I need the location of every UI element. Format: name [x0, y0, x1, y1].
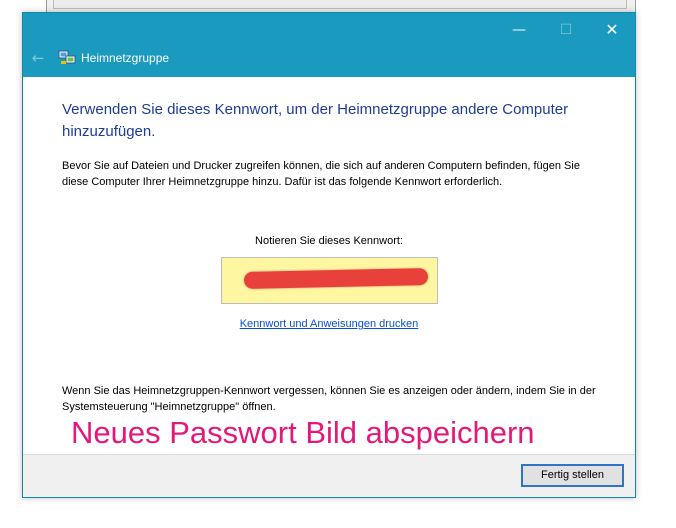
- background-window-inner: [53, 0, 627, 9]
- homegroup-icon: [58, 50, 76, 64]
- back-arrow-icon[interactable]: ←: [29, 49, 47, 67]
- password-label: Notieren Sie dieses Kennwort:: [255, 235, 403, 247]
- title-bar: — ☐ ✕ ← Heimnetzgruppe: [23, 13, 635, 77]
- window-title: Heimnetzgruppe: [81, 51, 170, 65]
- print-password-link[interactable]: Kennwort und Anweisungen drucken: [23, 318, 635, 330]
- dialog-footer: Fertig stellen: [23, 454, 635, 497]
- page-heading: Verwenden Sie dieses Kennwort, um der He…: [62, 101, 569, 140]
- homegroup-dialog: — ☐ ✕ ← Heimnetzgruppe Verwenden Sie die…: [22, 12, 636, 498]
- redaction-mark: [243, 268, 429, 289]
- finish-button[interactable]: Fertig stellen: [521, 464, 624, 487]
- intro-text: Bevor Sie auf Dateien und Drucker zugrei…: [62, 160, 580, 188]
- overlay-caption: Neues Passwort Bild abspeichern: [71, 415, 535, 450]
- password-display: rs: [221, 257, 438, 304]
- maximize-button[interactable]: ☐: [551, 19, 581, 41]
- minimize-button[interactable]: —: [504, 19, 534, 41]
- forgot-password-note: Wenn Sie das Heimnetzgruppen-Kennwort ve…: [62, 385, 596, 413]
- close-button[interactable]: ✕: [597, 19, 627, 41]
